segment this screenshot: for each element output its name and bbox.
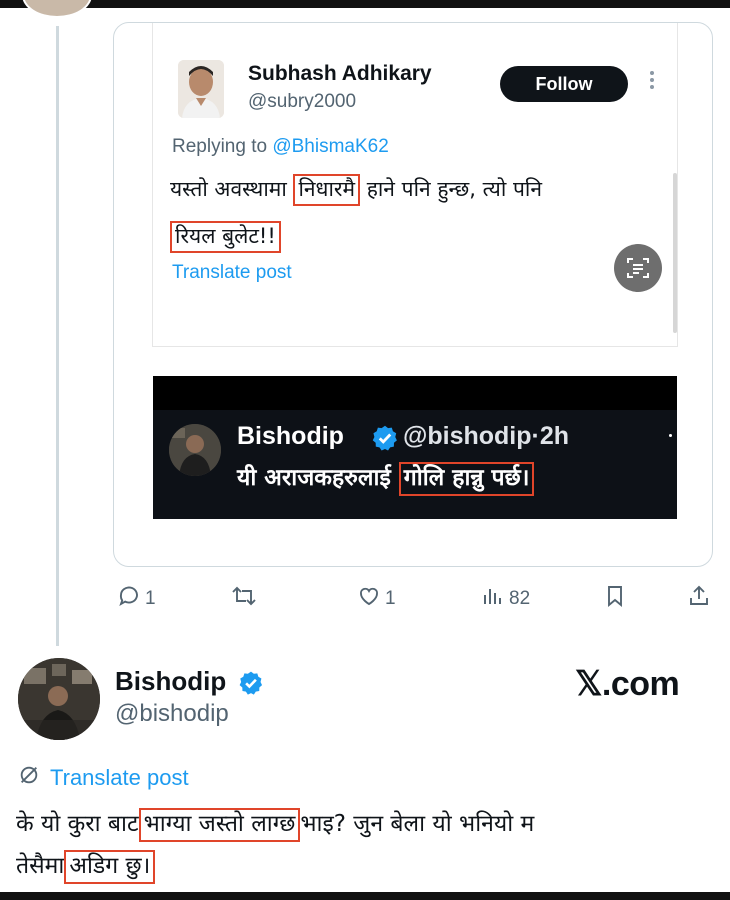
thread-connector-line: [56, 26, 59, 646]
share-button[interactable]: [687, 584, 711, 614]
like-button[interactable]: 1: [357, 584, 396, 614]
views-icon: [481, 584, 505, 614]
like-icon: [357, 584, 381, 614]
main-text-segment: भाइ? जुन बेला यो भनियो म: [300, 811, 535, 837]
embedded-author-name: Bishodip: [237, 422, 344, 450]
highlight-box: अडिग छु।: [64, 850, 156, 884]
quoted-author-name[interactable]: Subhash Adhikary: [248, 62, 432, 86]
embedded-more-dot: [669, 434, 672, 437]
main-translate-label[interactable]: Translate post: [50, 765, 189, 791]
translate-icon: [18, 764, 40, 792]
main-text-segment: तेसैमा: [16, 853, 65, 879]
repost-icon: [231, 584, 257, 614]
highlight-box: भाग्या जस्तो लाग्छ: [138, 808, 301, 842]
main-post-text-line-2: तेसैमा अडिग छु।: [16, 848, 156, 884]
main-author-handle[interactable]: @bishodip: [115, 700, 229, 728]
views-count: 82: [509, 588, 531, 609]
inner-scrollbar[interactable]: [673, 173, 677, 333]
replying-prefix: Replying to: [172, 136, 273, 157]
main-post-text-line-1: के यो कुरा बाट भाग्या जस्तो लाग्छ भाइ? जुन…: [16, 806, 535, 842]
follow-button[interactable]: Follow: [500, 66, 628, 102]
highlight-box: गोलि हान्नु पर्छ।: [398, 462, 535, 496]
main-author-avatar[interactable]: [18, 658, 100, 740]
main-translate-link[interactable]: Translate post: [18, 764, 189, 792]
more-icon[interactable]: [648, 68, 656, 98]
like-count: 1: [385, 588, 396, 609]
embedded-screenshot-image[interactable]: Bishodip @bishodip·2h यी अराजकहरुलाई गोल…: [153, 376, 677, 519]
reply-count: 1: [145, 588, 156, 609]
share-icon: [687, 584, 711, 614]
quoted-text-segment: यस्तो अवस्थामा: [170, 177, 294, 201]
main-text-segment: के यो कुरा बाट: [16, 811, 139, 837]
bookmark-button[interactable]: [603, 584, 627, 614]
previous-post-avatar[interactable]: [22, 0, 92, 18]
top-edge-bar: [0, 0, 730, 8]
scan-text-icon[interactable]: [614, 244, 662, 292]
highlight-box: निधारमै: [293, 174, 361, 206]
reply-icon: [117, 584, 141, 614]
embedded-text-segment: यी अराजकहरुलाई: [237, 465, 399, 491]
quoted-author-avatar[interactable]: [178, 60, 224, 118]
reply-button[interactable]: 1: [117, 584, 156, 614]
repost-button[interactable]: [231, 584, 261, 614]
replying-to-line: Replying to @BhismaK62: [172, 136, 389, 158]
embedded-author-avatar: [169, 424, 221, 476]
replying-mention-link[interactable]: @BhismaK62: [272, 136, 388, 157]
embedded-post-text: यी अराजकहरुलाई गोलि हान्नु पर्छ।: [237, 460, 535, 496]
quoted-post-text-line-1: यस्तो अवस्थामा निधारमै हाने पनि हुन्छ, त…: [170, 174, 542, 206]
verified-badge-icon: [371, 424, 399, 456]
verified-badge-icon: [238, 670, 264, 700]
views-button[interactable]: 82: [481, 584, 530, 614]
quoted-translate-link[interactable]: Translate post: [172, 262, 292, 284]
bookmark-icon: [603, 584, 627, 614]
quoted-post-text-line-2: रियल बुलेट!!: [170, 221, 281, 253]
quoted-author-handle[interactable]: @subry2000: [248, 91, 356, 113]
post-action-bar: 1 1 82: [113, 584, 718, 616]
screenshot-top-strip: [153, 376, 677, 410]
main-author-name[interactable]: Bishodip: [115, 666, 226, 697]
highlight-box: रियल बुलेट!!: [170, 221, 281, 253]
bottom-edge-bar: [0, 892, 730, 900]
embedded-author-handle: @bishodip·2h: [403, 422, 570, 450]
quoted-text-segment: हाने पनि हुन्छ, त्यो पनि: [360, 177, 542, 201]
x-com-watermark: 𝕏.com: [575, 665, 680, 703]
